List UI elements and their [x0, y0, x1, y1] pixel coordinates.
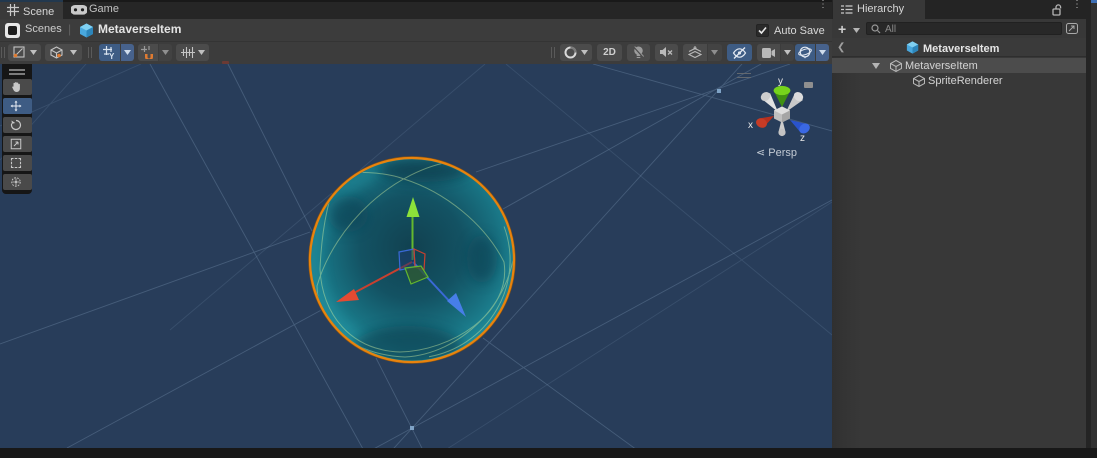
svg-text:Y: Y [109, 52, 115, 59]
svg-text:x: x [748, 120, 753, 131]
svg-text:y: y [778, 76, 783, 87]
svg-text:z: z [800, 133, 805, 144]
